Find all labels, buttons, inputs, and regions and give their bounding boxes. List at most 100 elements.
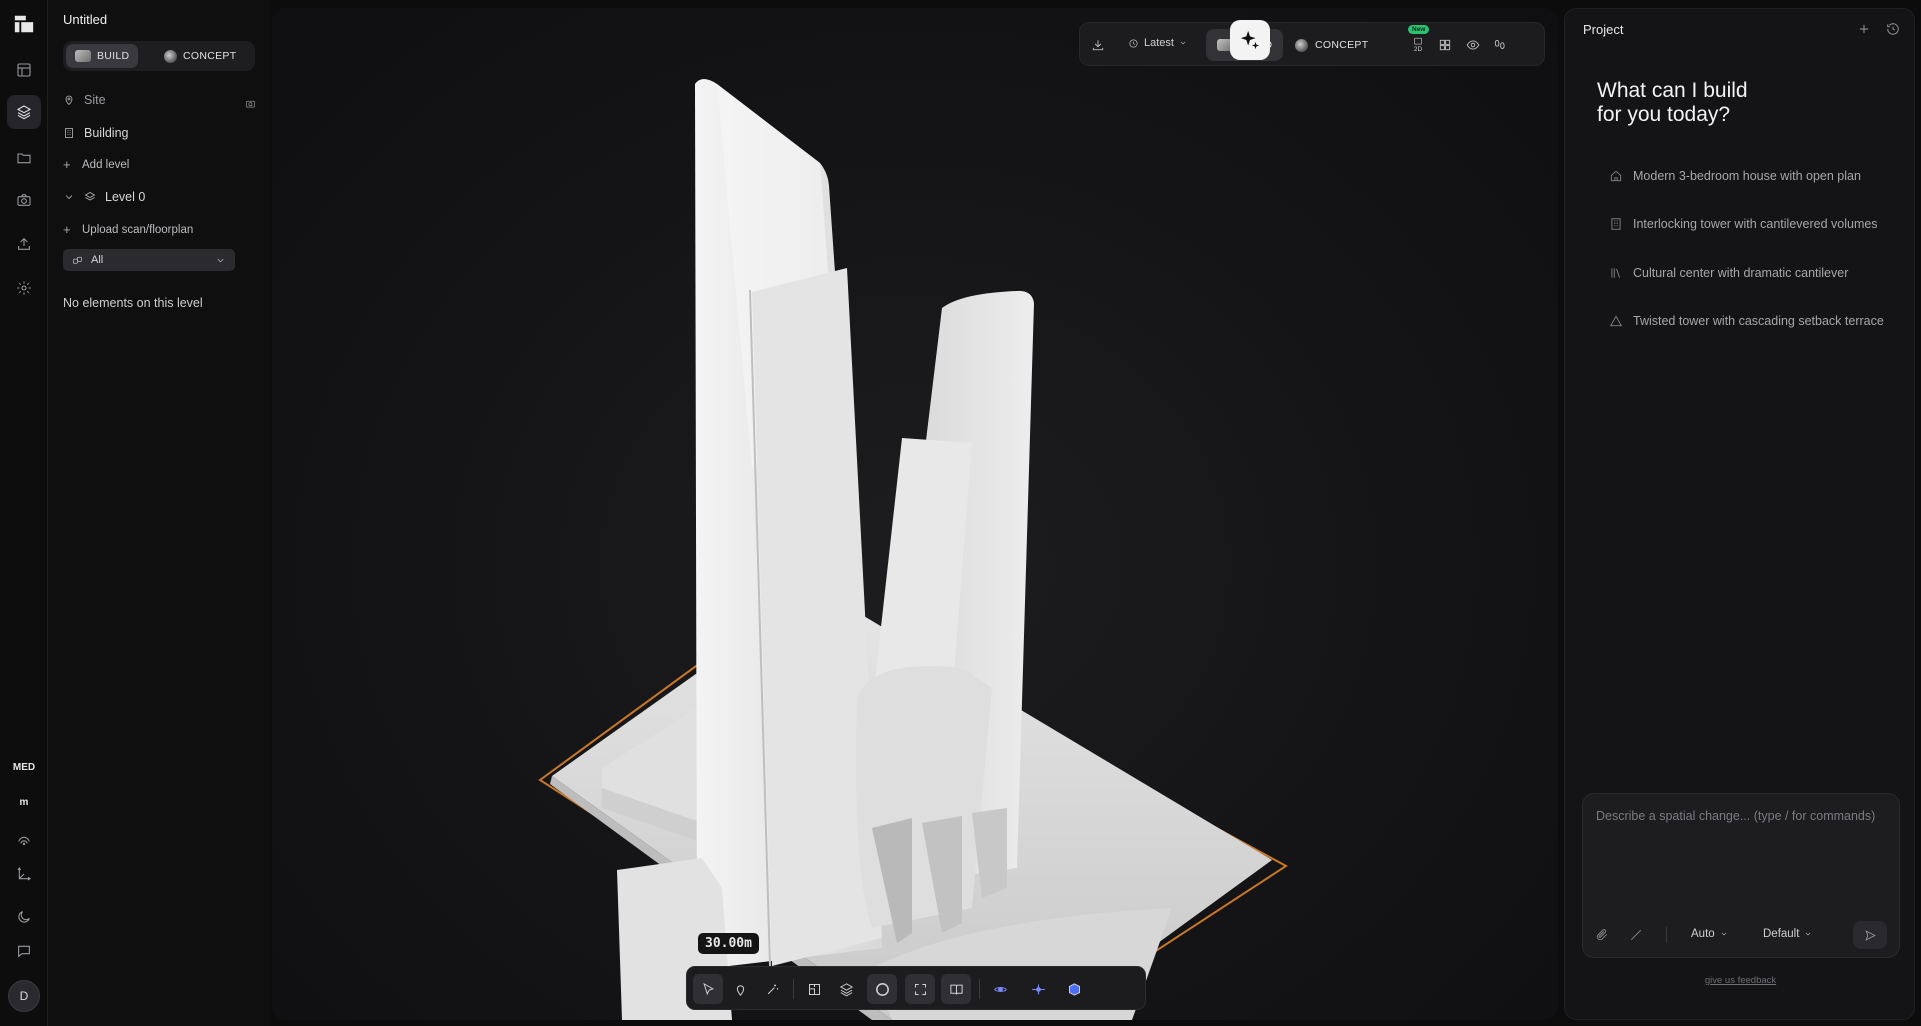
magic-tool-button[interactable] xyxy=(757,974,787,1004)
model-select[interactable]: Auto xyxy=(1691,928,1728,940)
toolbar-concept-button[interactable]: CONCEPT xyxy=(1284,29,1379,61)
project-assistant-panel: Project What can I build for you today? … xyxy=(1564,8,1915,1020)
sparkle-icon xyxy=(1240,30,1260,50)
pin-tool-button[interactable] xyxy=(725,974,755,1004)
chat-icon[interactable] xyxy=(12,939,36,963)
viewport-top-toolbar: Latest BUILD CONCEPT New 2D xyxy=(1079,22,1545,66)
app-window: MED m D Untitled BUILD CONCEPT Site Buil… xyxy=(0,0,1921,1026)
prompt-composer: Auto Default xyxy=(1582,793,1900,958)
layers-icon[interactable] xyxy=(7,95,41,129)
user-avatar[interactable]: D xyxy=(8,980,40,1012)
camera-icon[interactable] xyxy=(12,188,36,212)
concept-thumb-icon xyxy=(1295,38,1308,52)
model-select-value: Auto xyxy=(1691,928,1715,940)
axis-icon[interactable] xyxy=(12,862,36,886)
mode-build-button[interactable]: BUILD xyxy=(66,44,139,68)
icon-rail: MED m D xyxy=(0,0,48,1026)
select-tool-button[interactable] xyxy=(693,974,723,1004)
units-toggle[interactable]: m xyxy=(0,797,48,808)
send-icon xyxy=(1864,929,1876,941)
ai-assistant-button[interactable] xyxy=(1230,20,1270,60)
building-model xyxy=(538,79,1288,1020)
scene-tree-panel: Untitled BUILD CONCEPT Site Building + A… xyxy=(48,0,270,1026)
tree-item-level[interactable]: Level 0 xyxy=(63,190,145,204)
suggestion-item[interactable]: Cultural center with dramatic cantilever xyxy=(1609,266,1848,280)
chevron-down-icon xyxy=(217,258,224,262)
style-select[interactable]: Default xyxy=(1763,928,1812,940)
3d-viewport[interactable]: 30.00m Latest BUILD CONCEPT New 2D xyxy=(272,8,1558,1020)
triangle-icon xyxy=(1610,315,1622,327)
version-select[interactable]: Latest xyxy=(1128,37,1187,49)
plus-icon: + xyxy=(63,157,71,172)
greeting-line: for you today? xyxy=(1597,103,1731,126)
camera-small-icon[interactable] xyxy=(245,96,256,108)
cube-icon xyxy=(1068,982,1080,996)
upload-scan-button[interactable]: + Upload scan/floorplan xyxy=(63,222,193,237)
fit-view-button[interactable] xyxy=(905,974,935,1004)
render-tool-button[interactable] xyxy=(867,974,897,1004)
project-title[interactable]: Untitled xyxy=(63,12,107,27)
floorplan-tool-button[interactable] xyxy=(799,974,829,1004)
building-icon xyxy=(1611,218,1621,230)
moon-icon[interactable] xyxy=(12,905,36,929)
tree-item-label: Site xyxy=(84,93,106,107)
suggestion-item[interactable]: Interlocking tower with cantilevered vol… xyxy=(1609,217,1878,231)
eye-icon[interactable] xyxy=(1463,35,1483,55)
filter-value: All xyxy=(91,254,104,266)
app-logo-icon[interactable] xyxy=(10,10,38,38)
view-2d-toggle[interactable]: 2D xyxy=(1408,35,1428,55)
layout-icon[interactable] xyxy=(12,58,36,82)
footsteps-icon[interactable] xyxy=(1490,35,1510,55)
upload-icon[interactable] xyxy=(12,232,36,256)
suggestion-item[interactable]: Modern 3-bedroom house with open plan xyxy=(1609,169,1861,183)
building-icon xyxy=(65,128,73,138)
tree-item-site[interactable]: Site xyxy=(63,93,106,107)
chevron-down-icon xyxy=(65,195,73,200)
history-icon[interactable] xyxy=(1886,22,1902,38)
orbit-tool-button[interactable] xyxy=(985,974,1015,1004)
plane-icon xyxy=(1031,984,1045,994)
suggestion-item[interactable]: Twisted tower with cascading setback ter… xyxy=(1609,314,1884,328)
house-icon xyxy=(1610,170,1622,182)
suggestion-text: Cultural center with dramatic cantilever xyxy=(1633,266,1849,280)
download-icon[interactable] xyxy=(1088,35,1108,55)
suggestion-text: Modern 3-bedroom house with open plan xyxy=(1633,169,1861,183)
suggestion-text: Interlocking tower with cantilevered vol… xyxy=(1633,217,1878,231)
expand-icon xyxy=(914,983,926,995)
mode-concept-button[interactable]: CONCEPT xyxy=(155,44,245,68)
send-button[interactable] xyxy=(1853,921,1887,949)
plus-icon[interactable] xyxy=(1857,22,1873,38)
add-level-button[interactable]: + Add level xyxy=(63,157,129,172)
paperclip-icon[interactable] xyxy=(1595,928,1609,942)
grid-icon[interactable] xyxy=(1435,35,1455,55)
build-thumb-icon xyxy=(75,50,91,62)
layers-tool-button[interactable] xyxy=(831,974,861,1004)
settings-icon[interactable] xyxy=(12,276,36,300)
element-filter-select[interactable]: All xyxy=(63,249,235,271)
fly-tool-button[interactable] xyxy=(1023,974,1053,1004)
wind-icon[interactable] xyxy=(12,828,36,852)
viewport-bottom-toolbar xyxy=(686,966,1146,1010)
concept-thumb-icon xyxy=(164,49,177,63)
version-label: Latest xyxy=(1144,37,1174,49)
chevron-down-icon xyxy=(1721,932,1726,936)
feedback-link[interactable]: give us feedback xyxy=(1565,975,1914,986)
new-badge: New xyxy=(1408,25,1430,34)
cube-tool-button[interactable] xyxy=(1059,974,1089,1004)
history-icon xyxy=(1129,38,1138,48)
book-tool-button[interactable] xyxy=(941,974,971,1004)
library-icon xyxy=(1611,268,1620,278)
view-2d-label: 2D xyxy=(1413,46,1423,53)
folder-icon[interactable] xyxy=(12,146,36,170)
quality-toggle[interactable]: MED xyxy=(0,762,48,773)
tree-item-building[interactable]: Building xyxy=(63,126,128,140)
magic-icon xyxy=(767,984,778,994)
pen-icon[interactable] xyxy=(1629,928,1643,942)
panel-title: Project xyxy=(1583,22,1624,37)
chevron-down-icon xyxy=(1180,41,1186,45)
pin-icon xyxy=(65,95,73,106)
toolbar-concept-label: CONCEPT xyxy=(1315,39,1369,51)
prompt-input[interactable] xyxy=(1596,806,1894,826)
book-icon xyxy=(949,984,963,995)
upload-scan-label: Upload scan/floorplan xyxy=(82,223,194,236)
